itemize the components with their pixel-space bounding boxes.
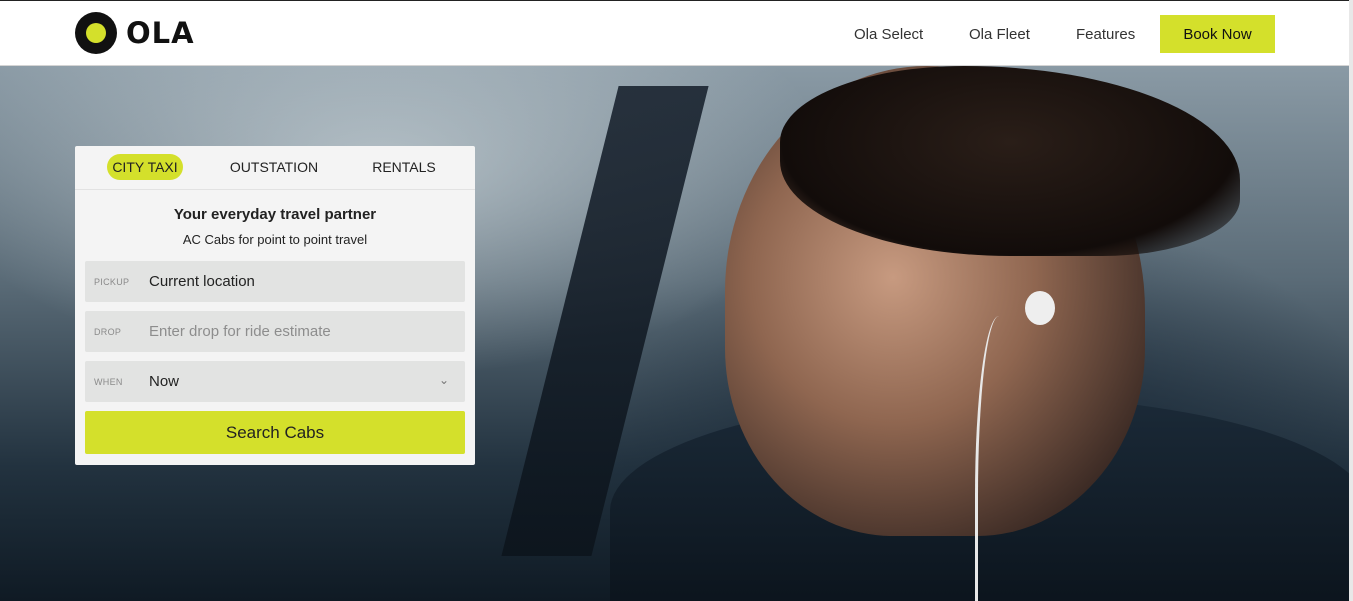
ola-logo[interactable]: OLA xyxy=(75,12,195,54)
pickup-input[interactable] xyxy=(149,273,439,290)
nav-link-label[interactable]: Ola Fleet xyxy=(969,26,1030,43)
nav-link-features[interactable]: Features xyxy=(1076,1,1135,67)
when-value[interactable]: Now xyxy=(149,373,439,390)
booking-title: Your everyday travel partner xyxy=(173,206,377,223)
book-now-button[interactable]: Book Now xyxy=(1160,15,1275,53)
page-scrollbar[interactable] xyxy=(1349,0,1353,601)
pickup-field[interactable]: PICKUP xyxy=(85,261,465,302)
nav-link-label[interactable]: Features xyxy=(1076,26,1135,43)
nav-link-label[interactable]: Ola Select xyxy=(854,26,923,43)
tab-city-taxi[interactable]: CITY TAXI xyxy=(107,154,183,180)
drop-field[interactable]: DROP xyxy=(85,311,465,352)
drop-input[interactable] xyxy=(149,323,439,340)
top-navigation-bar: OLA Ola Select Ola Fleet Features Book N… xyxy=(0,0,1353,66)
ola-logo-icon xyxy=(75,12,117,54)
when-label: WHEN xyxy=(94,376,123,387)
search-cabs-button[interactable]: Search Cabs xyxy=(85,411,465,454)
tab-rentals[interactable]: RENTALS xyxy=(370,154,438,180)
ride-type-tabs: CITY TAXI OUTSTATION RENTALS xyxy=(75,146,475,190)
nav-link-ola-fleet[interactable]: Ola Fleet xyxy=(969,1,1030,67)
pickup-label: PICKUP xyxy=(94,276,130,287)
booking-card: CITY TAXI OUTSTATION RENTALS Your everyd… xyxy=(75,146,475,465)
earphone-icon xyxy=(1025,291,1055,325)
hero-man-hair xyxy=(780,66,1240,256)
when-select[interactable]: WHEN Now ⌄ xyxy=(85,361,465,402)
drop-label: DROP xyxy=(94,326,122,337)
chevron-down-icon[interactable]: ⌄ xyxy=(439,373,449,387)
tab-outstation[interactable]: OUTSTATION xyxy=(227,154,321,180)
nav-link-ola-select[interactable]: Ola Select xyxy=(854,1,923,67)
booking-subtitle: AC Cabs for point to point travel xyxy=(182,232,368,247)
ola-logo-text: OLA xyxy=(126,16,195,50)
